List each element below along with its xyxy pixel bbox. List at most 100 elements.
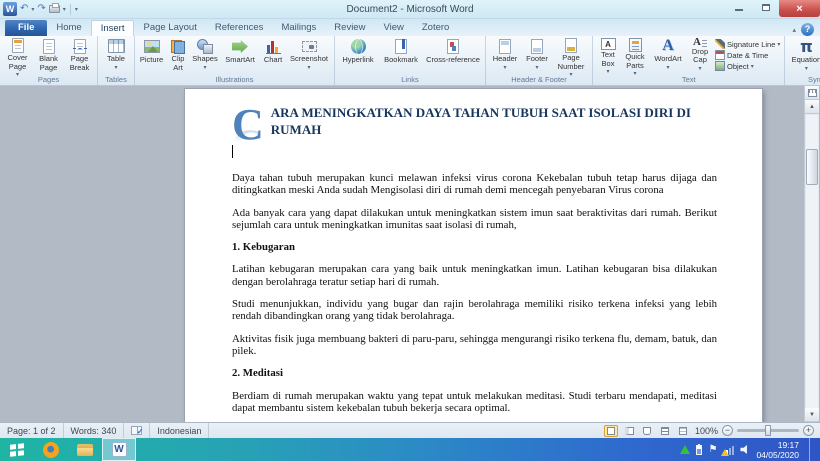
restore-button[interactable] xyxy=(752,0,779,15)
page-break-icon xyxy=(72,38,87,54)
cross-reference-button[interactable]: Cross-reference xyxy=(423,37,483,73)
tab-home[interactable]: Home xyxy=(47,20,90,36)
minimize-button[interactable] xyxy=(725,0,752,15)
qat-separator xyxy=(69,3,71,15)
equation-button[interactable]: π Equation ▾ xyxy=(787,37,820,73)
taskbar: W ⚑ 19:17 04/05/2020 xyxy=(0,438,820,461)
vertical-scrollbar[interactable]: ▲ ▼ xyxy=(804,86,819,422)
page-number-button[interactable]: Page Number ▾ xyxy=(552,37,590,78)
quick-parts-button[interactable]: Quick Parts ▾ xyxy=(621,37,649,77)
taskbar-clock[interactable]: 19:17 04/05/2020 xyxy=(756,440,803,460)
battery-icon[interactable] xyxy=(696,443,703,455)
view-web-layout-button[interactable] xyxy=(640,425,654,437)
tab-insert[interactable]: Insert xyxy=(90,20,135,36)
shapes-icon xyxy=(197,38,213,54)
view-print-layout-button[interactable] xyxy=(604,424,618,437)
paragraph: Daya tahan tubuh merupakan kunci melawan… xyxy=(232,172,717,197)
blank-page-button[interactable]: Blank Page xyxy=(33,37,64,73)
chart-button[interactable]: Chart xyxy=(260,37,286,73)
cover-page-button[interactable]: Cover Page ▾ xyxy=(2,37,33,78)
group-label-symbols: Symbols xyxy=(808,75,820,84)
redo-button[interactable]: ↷ xyxy=(37,3,45,15)
zoom-in-button[interactable]: + xyxy=(803,425,814,436)
print-dropdown-arrow-icon[interactable]: ▾ xyxy=(63,6,66,13)
help-button[interactable]: ? xyxy=(801,23,814,36)
section-heading: 2. Meditasi xyxy=(232,367,283,380)
close-button[interactable]: × xyxy=(779,0,820,17)
language-indicator[interactable]: Indonesian xyxy=(150,423,210,438)
clock-date: 04/05/2020 xyxy=(756,449,799,460)
proofing-status[interactable]: ✓ xyxy=(124,423,151,438)
paragraph: Studi menunjukkan, individu yang bugar d… xyxy=(232,298,717,323)
document-area: C ARA MENINGKATKAN DAYA TAHAN TUBUH SAAT… xyxy=(0,86,820,422)
page-indicator[interactable]: Page: 1 of 2 xyxy=(0,423,64,438)
clock-time: 19:17 xyxy=(777,439,799,450)
signature-line-button[interactable]: Signature Line ▾ xyxy=(715,39,780,49)
title-bar: W ↶ ▾ ↷ ▾ ▾ Document2 - Microsoft Word × xyxy=(0,0,820,19)
show-desktop-button[interactable] xyxy=(809,438,814,461)
view-draft-button[interactable] xyxy=(676,425,690,437)
zoom-out-button[interactable]: − xyxy=(722,425,733,436)
firefox-icon xyxy=(43,441,59,458)
status-bar: Page: 1 of 2 Words: 340 ✓ Indonesian 100… xyxy=(0,422,820,438)
dropdown-arrow-icon: ▾ xyxy=(804,65,808,72)
ruler-toggle-button[interactable] xyxy=(805,86,819,100)
window-title: Document2 - Microsoft Word xyxy=(346,3,474,15)
document-page[interactable]: C ARA MENINGKATKAN DAYA TAHAN TUBUH SAAT… xyxy=(185,89,762,422)
drop-cap-button[interactable]: A Drop Cap ▾ xyxy=(687,37,713,73)
header-button[interactable]: Header ▾ xyxy=(488,37,522,73)
scrollbar-thumb[interactable] xyxy=(806,149,818,185)
tab-page-layout[interactable]: Page Layout xyxy=(134,20,205,36)
view-full-screen-reading-button[interactable] xyxy=(622,425,636,437)
customize-qat-button[interactable]: ▾ xyxy=(75,6,78,13)
footer-icon xyxy=(531,38,543,54)
document-title-text: ARA MENINGKATKAN DAYA TAHAN TUBUH SAAT I… xyxy=(270,105,691,137)
scrollbar-track[interactable] xyxy=(806,115,818,408)
tab-view[interactable]: View xyxy=(374,20,412,36)
zoom-level[interactable]: 100% xyxy=(694,426,718,436)
scroll-down-button[interactable]: ▼ xyxy=(805,408,819,422)
scroll-up-icon: ▲ xyxy=(809,103,815,110)
tab-references[interactable]: References xyxy=(206,20,273,36)
date-time-button[interactable]: Date & Time xyxy=(715,50,780,60)
smartart-button[interactable]: SmartArt xyxy=(220,37,260,73)
tab-mailings[interactable]: Mailings xyxy=(272,20,325,36)
taskbar-word-button[interactable]: W xyxy=(102,438,136,461)
screenshot-button[interactable]: Screenshot ▾ xyxy=(286,37,332,73)
equation-icon: π xyxy=(800,37,813,56)
start-button[interactable] xyxy=(0,438,34,461)
scroll-up-button[interactable]: ▲ xyxy=(805,100,819,114)
print-preview-button[interactable] xyxy=(48,3,60,13)
bookmark-icon xyxy=(395,39,407,54)
volume-icon[interactable] xyxy=(740,445,747,454)
undo-dropdown-arrow-icon[interactable]: ▾ xyxy=(31,6,34,13)
footer-button[interactable]: Footer ▾ xyxy=(522,37,552,73)
page-break-button[interactable]: Page Break xyxy=(64,37,95,73)
zoom-slider[interactable] xyxy=(737,425,799,436)
word-count[interactable]: Words: 340 xyxy=(64,423,125,438)
text-box-icon: A xyxy=(600,38,616,50)
tab-zotero[interactable]: Zotero xyxy=(413,20,458,36)
text-box-button[interactable]: A Text Box ▾ xyxy=(595,37,621,75)
action-center-flag-icon[interactable]: ⚑ xyxy=(708,444,717,455)
zoom-slider-thumb[interactable] xyxy=(765,425,771,436)
network-icon[interactable] xyxy=(721,444,735,456)
table-button[interactable]: Table ▾ xyxy=(100,37,132,73)
minimize-ribbon-button[interactable]: ▴ xyxy=(792,26,796,34)
undo-button[interactable]: ↶ xyxy=(20,3,28,15)
shapes-button[interactable]: Shapes ▾ xyxy=(190,37,220,73)
tab-file[interactable]: File xyxy=(5,20,48,36)
wordart-button[interactable]: A WordArt ▾ xyxy=(649,37,687,73)
hyperlink-button[interactable]: Hyperlink xyxy=(337,37,379,73)
object-button[interactable]: Object ▾ xyxy=(715,61,780,71)
screen: W ↶ ▾ ↷ ▾ ▾ Document2 - Microsoft Word ×… xyxy=(0,0,820,461)
view-outline-button[interactable] xyxy=(658,425,672,437)
bookmark-button[interactable]: Bookmark xyxy=(379,37,423,73)
system-tray: ⚑ 19:17 04/05/2020 xyxy=(680,438,820,461)
taskbar-file-explorer-button[interactable] xyxy=(68,438,102,461)
picture-button[interactable]: Picture xyxy=(137,37,166,73)
tab-review[interactable]: Review xyxy=(325,20,374,36)
app-indicator-icon[interactable] xyxy=(680,445,691,454)
clip-art-button[interactable]: Clip Art xyxy=(166,37,190,73)
taskbar-firefox-button[interactable] xyxy=(34,438,68,461)
